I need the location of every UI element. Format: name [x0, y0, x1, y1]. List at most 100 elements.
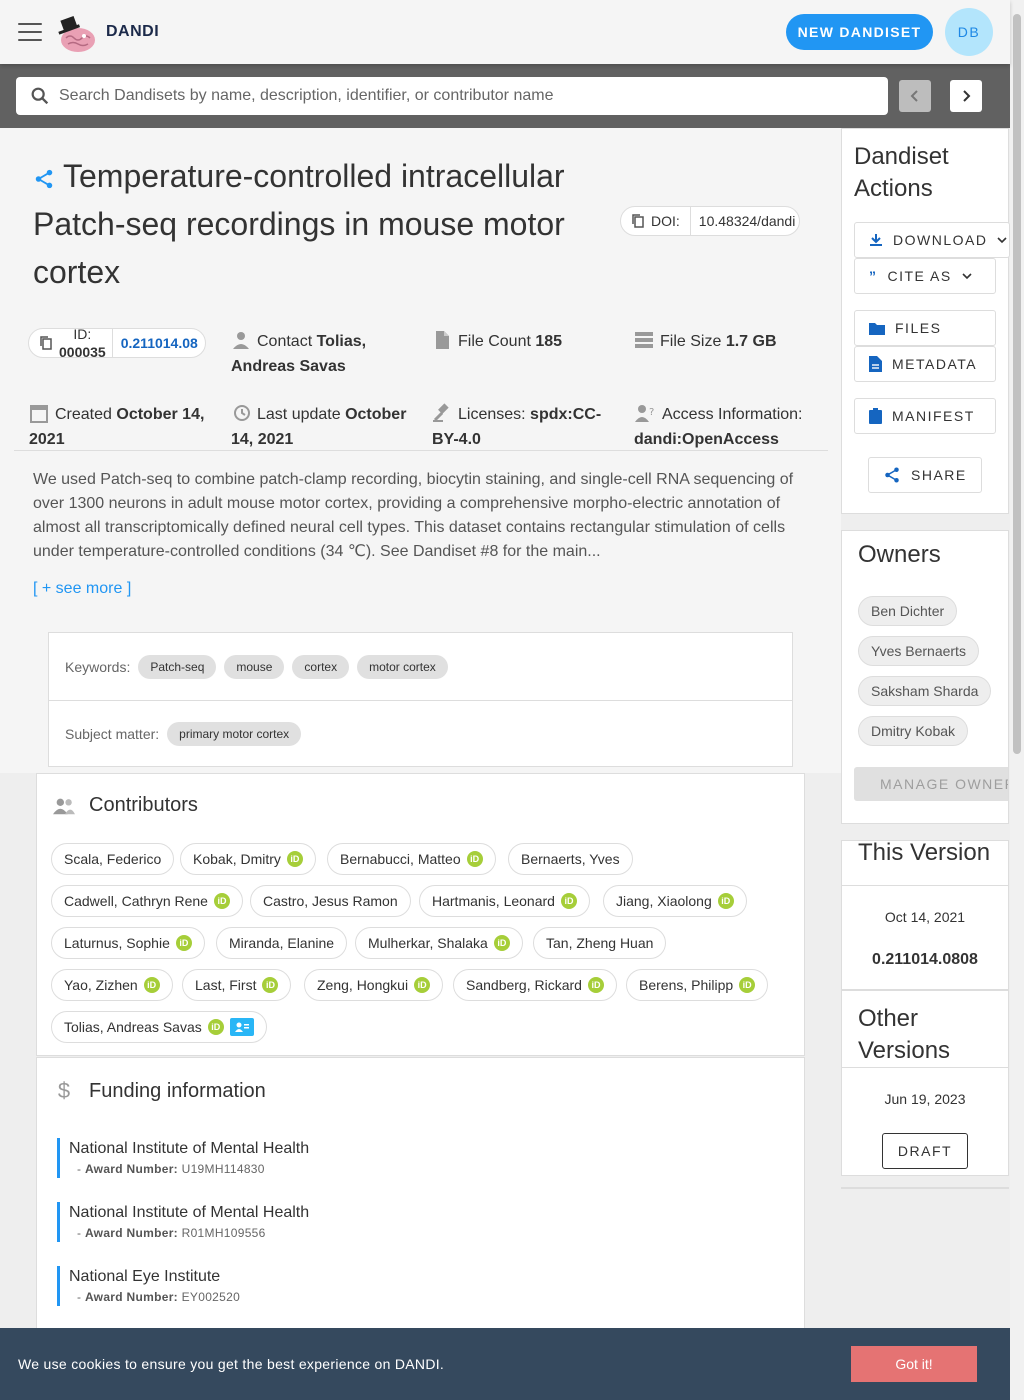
- this-version-id[interactable]: 0.211014.0808: [842, 951, 1008, 969]
- person-icon: [233, 332, 249, 349]
- share-button[interactable]: SHARE: [868, 457, 982, 493]
- contributor-name: Tan, Zheng Huan: [546, 935, 654, 951]
- contributor-chip[interactable]: Jiang, Xiaolong iD: [603, 885, 747, 917]
- manifest-button[interactable]: MANIFEST: [854, 398, 996, 434]
- contributor-chip[interactable]: Yao, Zizhen iD: [51, 969, 173, 1001]
- contributor-name: Laturnus, Sophie: [64, 935, 170, 951]
- dandi-logo[interactable]: [54, 10, 98, 54]
- contributor-name: Cadwell, Cathryn Rene: [64, 893, 208, 909]
- owner-chip: Yves Bernaerts: [858, 636, 979, 666]
- contributor-chip[interactable]: Scala, Federico: [51, 843, 175, 875]
- contributor-chip[interactable]: Last, First iD: [182, 969, 292, 1001]
- brand-name[interactable]: DANDI: [106, 23, 159, 41]
- orcid-icon[interactable]: iD: [262, 977, 279, 993]
- contributor-chip[interactable]: Mulherkar, Shalaka iD: [355, 927, 523, 959]
- previous-button[interactable]: [899, 80, 931, 112]
- contributor-chip[interactable]: Hartmanis, Leonard iD: [419, 885, 590, 917]
- orcid-icon[interactable]: iD: [717, 893, 734, 909]
- actions-title: Dandiset Actions: [854, 143, 949, 202]
- scrollbar-thumb[interactable]: [1013, 14, 1021, 754]
- share-icon[interactable]: [33, 168, 55, 190]
- file-size: File Size 1.7 GB: [634, 329, 777, 354]
- orcid-icon[interactable]: iD: [286, 851, 303, 867]
- contributor-name: Last, First: [195, 977, 257, 993]
- contributor-chip[interactable]: Sandberg, Rickard iD: [453, 969, 617, 1001]
- search-input[interactable]: [59, 87, 888, 105]
- orcid-icon[interactable]: iD: [466, 851, 483, 867]
- contributor-chip[interactable]: Tan, Zheng Huan: [533, 927, 667, 959]
- this-version-title: This Version: [858, 839, 991, 866]
- file-count-value: 185: [535, 333, 563, 350]
- owners-title: Owners: [858, 541, 941, 568]
- contributors-card: Contributors Scala, Federico Kobak, Dmitr…: [36, 773, 805, 1056]
- new-dandiset-button[interactable]: NEW DANDISET: [786, 14, 933, 50]
- contributors-header: Contributors: [53, 794, 198, 817]
- draft-button[interactable]: DRAFT: [882, 1133, 968, 1169]
- orcid-icon[interactable]: iD: [560, 893, 577, 909]
- orcid-icon[interactable]: iD: [175, 935, 192, 951]
- orcid-icon[interactable]: iD: [213, 893, 230, 909]
- file-count-label: File Count: [458, 333, 531, 350]
- file-size-label: File Size: [660, 333, 722, 350]
- download-button[interactable]: DOWNLOAD: [854, 222, 1010, 258]
- contributor-chip[interactable]: Bernabucci, Matteo iD: [327, 843, 496, 875]
- contributor-name: Bernaerts, Yves: [521, 851, 620, 867]
- owner-chip: Ben Dichter: [858, 596, 958, 626]
- files-button[interactable]: FILES: [854, 310, 996, 346]
- download-label: DOWNLOAD: [893, 232, 988, 248]
- contributor-chip[interactable]: Castro, Jesus Ramon: [250, 885, 411, 917]
- quote-icon: ”: [869, 268, 878, 284]
- award-number: - Award Number: R01MH109556: [77, 1226, 266, 1240]
- orcid-icon[interactable]: iD: [207, 1019, 224, 1035]
- other-versions-title: Other Versions: [858, 1005, 951, 1064]
- divider: [842, 885, 1008, 886]
- contributor-chip[interactable]: Kobak, Dmitry iD: [180, 843, 316, 875]
- orcid-icon[interactable]: iD: [739, 977, 756, 993]
- divider: [14, 450, 828, 451]
- subject-chip: primary motor cortex: [167, 722, 302, 746]
- funder-name: National Institute of Mental Health: [69, 1204, 310, 1221]
- keyword-chip: motor cortex: [357, 655, 448, 679]
- files-label: FILES: [895, 320, 942, 336]
- contributor-chip[interactable]: Zeng, Hongkui iD: [304, 969, 444, 1001]
- access-label: Access Information:: [662, 406, 803, 423]
- cite-as-button[interactable]: ” CITE AS: [854, 258, 996, 294]
- contributor-chip[interactable]: Miranda, Elanine: [216, 927, 348, 959]
- award-label: Award Number:: [84, 1290, 178, 1304]
- sidebar: Dandiset Actions DOWNLOAD ” CITE AS FILE…: [841, 128, 1010, 1400]
- copy-icon[interactable]: [39, 335, 53, 351]
- copy-icon[interactable]: [631, 213, 645, 229]
- next-button[interactable]: [950, 80, 982, 112]
- see-more-link[interactable]: [ + see more ]: [33, 580, 131, 598]
- contributor-chip[interactable]: Laturnus, Sophie iD: [51, 927, 205, 959]
- doi-chip[interactable]: DOI: 10.48324/dandi: [620, 206, 800, 236]
- menu-icon[interactable]: [18, 23, 42, 41]
- manage-owners-button[interactable]: MANAGE OWNERS: [854, 767, 1008, 801]
- contributor-chip[interactable]: Tolias, Andreas Savas iD: [51, 1011, 267, 1043]
- user-avatar[interactable]: DB: [945, 8, 993, 56]
- contributor-name: Berens, Philipp: [639, 977, 734, 993]
- contributor-name: Kobak, Dmitry: [193, 851, 281, 867]
- funding-header: $ Funding information: [53, 1078, 266, 1104]
- orcid-icon[interactable]: iD: [493, 935, 510, 951]
- funding-card: $ Funding information National Institute…: [36, 1057, 805, 1357]
- orcid-icon[interactable]: iD: [414, 977, 431, 993]
- contributor-chip[interactable]: Berens, Philipp iD: [626, 969, 769, 1001]
- orcid-icon[interactable]: iD: [587, 977, 604, 993]
- metadata-button[interactable]: METADATA: [854, 346, 996, 382]
- id-chip[interactable]: ID: 000035 0.211014.08: [28, 328, 206, 358]
- contributor-name: Zeng, Hongkui: [317, 977, 409, 993]
- contributors-title: Contributors: [89, 794, 198, 816]
- other-versions-card: Other Versions Jun 19, 2023 DRAFT: [841, 990, 1009, 1176]
- contributor-name: Yao, Zizhen: [64, 977, 138, 993]
- award-label: Award Number:: [84, 1226, 178, 1240]
- scrollbar[interactable]: [1010, 0, 1024, 1400]
- contributor-name: Jiang, Xiaolong: [616, 893, 712, 909]
- cookie-accept-button[interactable]: Got it!: [851, 1346, 977, 1382]
- subject-label: Subject matter:: [65, 726, 160, 742]
- divider: [49, 700, 792, 701]
- orcid-icon[interactable]: iD: [143, 977, 160, 993]
- contributor-chip[interactable]: Bernaerts, Yves: [508, 843, 633, 875]
- keyword-chip: mouse: [224, 655, 285, 679]
- contributor-chip[interactable]: Cadwell, Cathryn Rene iD: [51, 885, 243, 917]
